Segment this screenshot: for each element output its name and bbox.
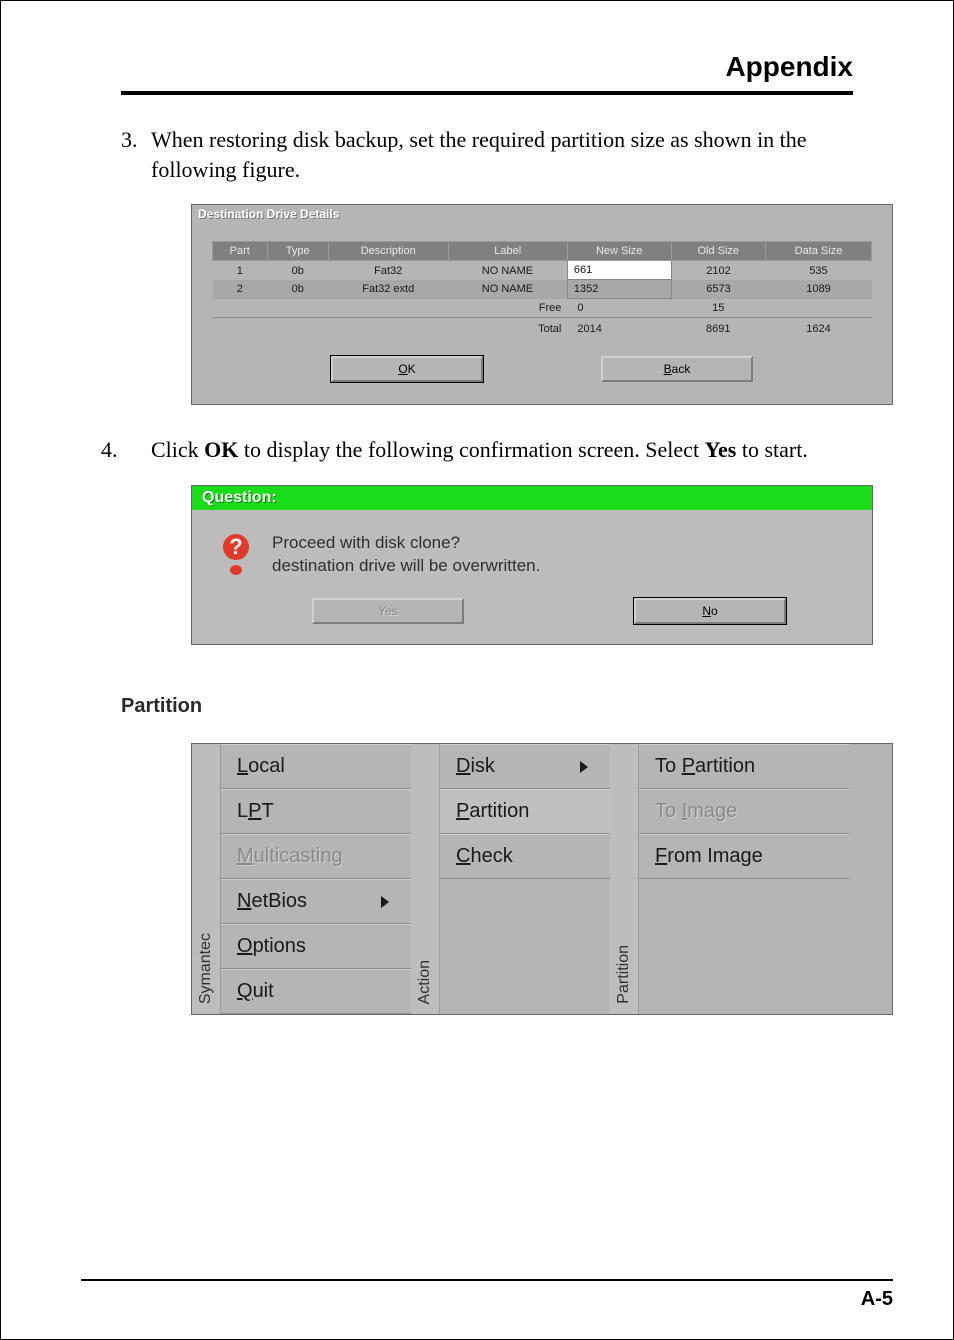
cell: 1 — [213, 261, 268, 280]
action-label: Action — [416, 960, 434, 1004]
msg-line: destination drive will be overwritten. — [272, 555, 540, 578]
menu-col-main: Local LPT Multicasting NetBios Options Q… — [221, 744, 411, 1014]
cell: 1624 — [766, 320, 872, 338]
menu-col-action: Disk Partition Check — [440, 744, 610, 1014]
cell: NO NAME — [448, 280, 567, 299]
ok-underline: O — [398, 362, 407, 376]
partition-table: Part Type Description Label New Size Old… — [212, 241, 872, 338]
cell: 15 — [671, 299, 766, 318]
back-rest: ack — [672, 362, 691, 376]
menu-item-to-image[interactable]: To Image — [639, 789, 849, 834]
no-underline: N — [702, 604, 711, 618]
cell: 6573 — [671, 280, 766, 299]
msg-line: Proceed with disk clone? — [272, 532, 540, 555]
menu-item-from-image[interactable]: From Image — [639, 834, 849, 879]
partition-heading: Partition — [121, 695, 833, 718]
menu-item-check[interactable]: Check — [440, 834, 610, 879]
page-header: Appendix — [41, 31, 913, 91]
col-old-size: Old Size — [671, 242, 766, 261]
header-rule — [121, 91, 853, 95]
cell: 2014 — [567, 320, 671, 338]
cell — [766, 299, 872, 318]
menu-col-partition: To Partition To Image From Image — [639, 744, 849, 1014]
cell: Fat32 extd — [328, 280, 448, 299]
cell: Fat32 — [328, 261, 448, 280]
partition-tab: Partition — [610, 744, 639, 1014]
total-row: Total 2014 8691 1624 — [213, 320, 872, 338]
question-message: Proceed with disk clone? destination dri… — [272, 532, 540, 578]
cell: 0b — [267, 280, 328, 299]
t: to start. — [736, 437, 808, 462]
partition-label: Partition — [615, 945, 633, 1004]
footer-rule — [81, 1279, 893, 1281]
col-desc: Description — [328, 242, 448, 261]
symantec-tab: Symantec — [192, 744, 221, 1014]
cell: 2 — [213, 280, 268, 299]
yes-button[interactable]: Yes — [312, 598, 464, 624]
back-button[interactable]: Back — [601, 356, 753, 382]
free-row: Free 0 15 — [213, 299, 872, 318]
header-title: Appendix — [725, 51, 853, 82]
new-size-input[interactable]: 1352 — [567, 280, 671, 299]
t: to display the following confirmation sc… — [238, 437, 704, 462]
chevron-right-icon — [381, 896, 389, 908]
step4-content: Click OK to display the following confir… — [151, 435, 833, 465]
cell: 0b — [267, 261, 328, 280]
step3-content: When restoring disk backup, set the requ… — [151, 125, 833, 184]
no-rest: o — [711, 604, 718, 618]
table-row[interactable]: 1 0b Fat32 NO NAME 661 2102 535 — [213, 261, 872, 280]
menu-item-disk[interactable]: Disk — [440, 744, 610, 789]
total-label: Total — [448, 320, 567, 338]
dialog-title: Question: — [192, 486, 872, 510]
question-dialog: Question: ? Proceed with disk clone? des… — [191, 485, 873, 645]
menu-item-to-partition[interactable]: To Partition — [639, 744, 849, 789]
bold-yes: Yes — [705, 437, 737, 462]
menu-item-multicasting[interactable]: Multicasting — [221, 834, 411, 879]
menu-item-lpt[interactable]: LPT — [221, 789, 411, 834]
no-button[interactable]: No — [634, 598, 786, 624]
yes-label: Yes — [378, 604, 398, 618]
question-icon: ? — [218, 532, 254, 578]
menu-item-local[interactable]: Local — [221, 744, 411, 789]
ghost-menu: Symantec Local LPT Multicasting NetBios … — [191, 743, 893, 1015]
menu-item-quit[interactable]: Quit — [221, 969, 411, 1014]
table-row[interactable]: 2 0b Fat32 extd NO NAME 1352 6573 1089 — [213, 280, 872, 299]
page-number: A-5 — [861, 1288, 893, 1311]
col-part: Part — [213, 242, 268, 261]
cell: 0 — [567, 299, 671, 318]
cell: 8691 — [671, 320, 766, 338]
cell: 1089 — [766, 280, 872, 299]
symantec-label: Symantec — [197, 933, 215, 1004]
col-data-size: Data Size — [766, 242, 872, 261]
col-new-size: New Size — [567, 242, 671, 261]
step4-number: 4. — [101, 435, 151, 465]
step3-text: 3. When restoring disk backup, set the r… — [121, 125, 833, 184]
destination-drive-details-dialog: Destination Drive Details Part Type Desc… — [191, 204, 893, 405]
free-label: Free — [448, 299, 567, 318]
cell: NO NAME — [448, 261, 567, 280]
col-label: Label — [448, 242, 567, 261]
t: Click — [151, 437, 204, 462]
new-size-input[interactable]: 661 — [567, 261, 671, 280]
col-type: Type — [267, 242, 328, 261]
table-header-row: Part Type Description Label New Size Old… — [213, 242, 872, 261]
dialog-title: Destination Drive Details — [192, 205, 892, 223]
menu-item-options[interactable]: Options — [221, 924, 411, 969]
cell: 535 — [766, 261, 872, 280]
step3-number: 3. — [121, 125, 151, 184]
action-tab: Action — [411, 744, 440, 1014]
menu-item-partition[interactable]: Partition — [440, 789, 610, 834]
step4-text: 4. Click OK to display the following con… — [121, 435, 833, 465]
chevron-right-icon — [580, 761, 588, 773]
bold-ok: OK — [204, 437, 238, 462]
svg-text:?: ? — [229, 534, 242, 559]
cell: 2102 — [671, 261, 766, 280]
menu-item-netbios[interactable]: NetBios — [221, 879, 411, 924]
ok-button[interactable]: OK — [331, 356, 483, 382]
ok-rest: K — [408, 362, 416, 376]
back-underline: B — [664, 362, 672, 376]
